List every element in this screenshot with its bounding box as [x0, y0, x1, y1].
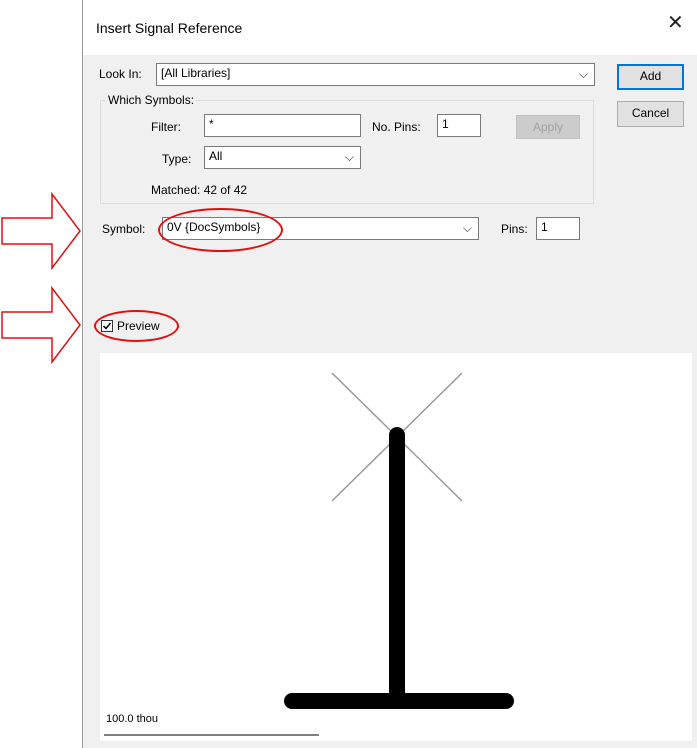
dialog-title: Insert Signal Reference — [96, 20, 243, 36]
apply-button-label: Apply — [532, 120, 564, 134]
symbol-label: Symbol: — [102, 222, 146, 236]
close-icon[interactable]: ✕ — [667, 13, 684, 33]
cancel-button-label: Cancel — [631, 106, 670, 120]
title-bar: Insert Signal Reference ✕ — [83, 0, 697, 55]
type-value: All — [209, 149, 223, 163]
type-label: Type: — [162, 152, 192, 166]
type-combo[interactable]: All ⌵ — [204, 146, 361, 169]
symbol-highlight-ellipse — [158, 208, 283, 252]
add-button-label: Add — [639, 69, 662, 83]
look-in-value: [All Libraries] — [161, 66, 231, 80]
look-in-label: Look In: — [99, 67, 142, 81]
matched-count: Matched: 42 of 42 — [151, 183, 248, 197]
add-button[interactable]: Add — [617, 64, 684, 90]
cancel-button[interactable]: Cancel — [617, 101, 684, 127]
ground-symbol-graphic — [104, 372, 514, 736]
pins-value: 1 — [541, 220, 548, 234]
chevron-down-icon: ⌵ — [462, 221, 472, 235]
pins-label: Pins: — [501, 222, 528, 236]
no-pins-value: 1 — [442, 117, 449, 131]
apply-button[interactable]: Apply — [516, 115, 580, 139]
pins-input[interactable]: 1 — [536, 217, 580, 240]
filter-label: Filter: — [151, 120, 181, 134]
chevron-down-icon: ⌵ — [578, 67, 588, 81]
symbol-preview-area: 100.0 thou — [100, 353, 692, 741]
filter-input[interactable]: * — [204, 114, 361, 137]
annotation-arrow-preview — [1, 285, 81, 365]
preview-highlight-ellipse — [94, 310, 179, 342]
which-symbols-title: Which Symbols: — [106, 93, 197, 107]
filter-value: * — [209, 117, 214, 131]
chevron-down-icon: ⌵ — [344, 150, 354, 164]
annotation-arrow-symbol — [1, 191, 81, 271]
no-pins-input[interactable]: 1 — [437, 114, 481, 137]
insert-signal-reference-dialog: Insert Signal Reference ✕ Look In: [All … — [82, 0, 697, 748]
look-in-combo[interactable]: [All Libraries] ⌵ — [156, 63, 595, 86]
no-pins-label: No. Pins: — [372, 120, 421, 134]
scale-label: 100.0 thou — [106, 713, 158, 725]
